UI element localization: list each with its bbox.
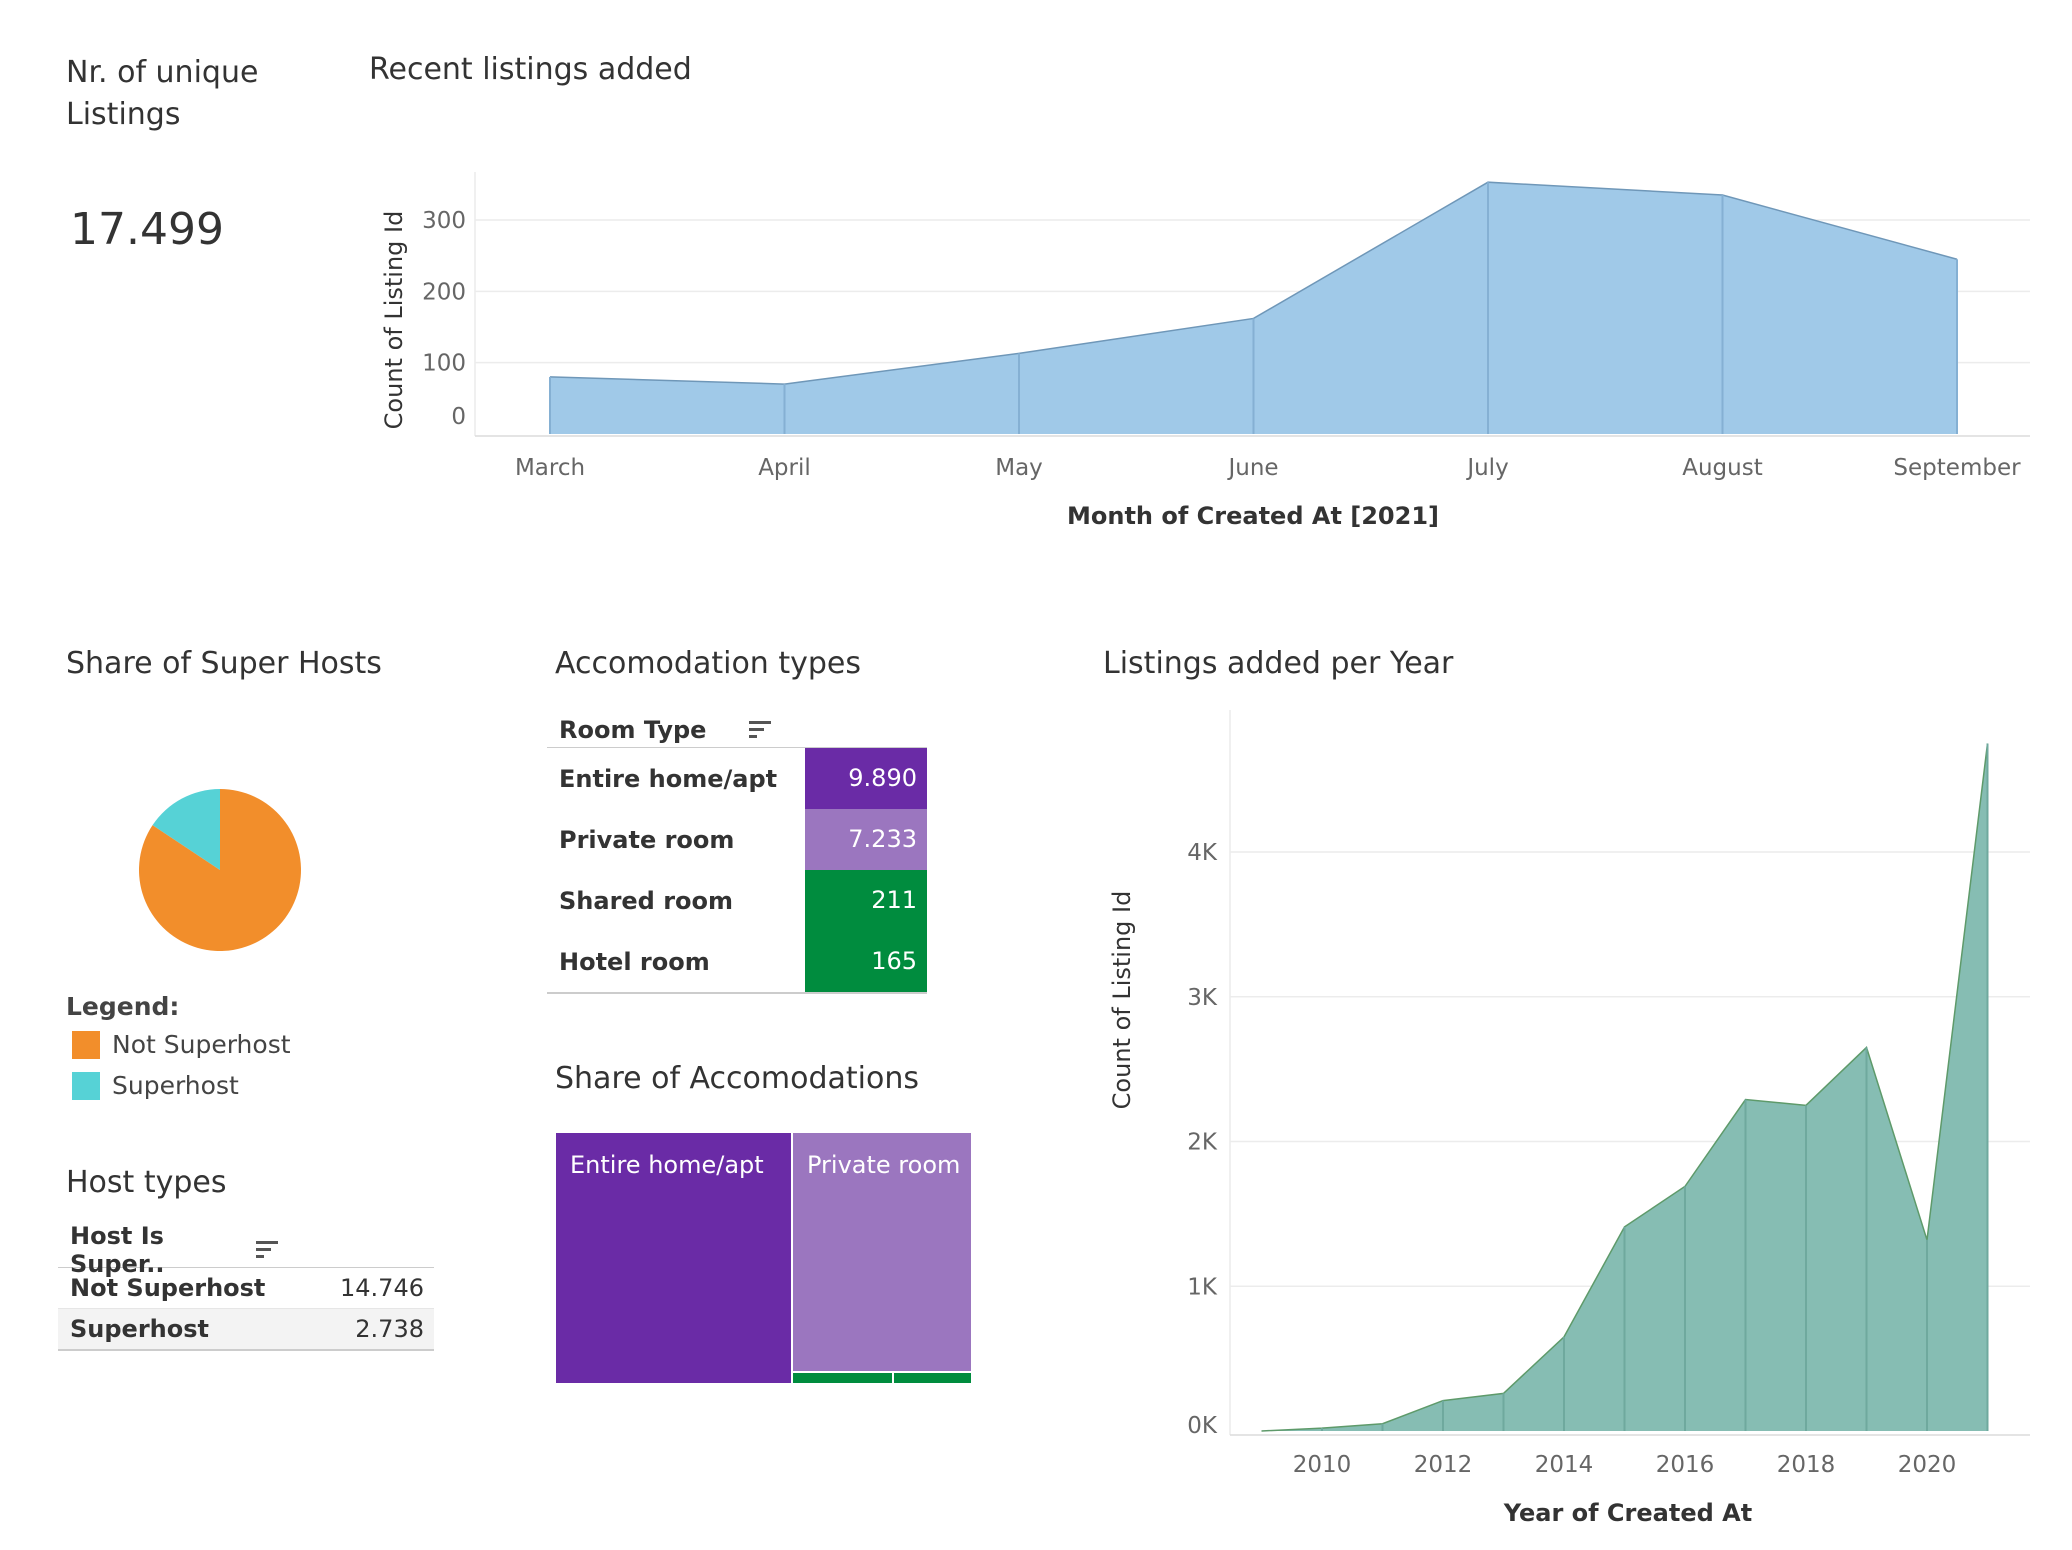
treemap-cell-shared-room[interactable] bbox=[793, 1373, 892, 1383]
legend-item-superhost[interactable]: Superhost bbox=[72, 1071, 291, 1100]
table-row[interactable]: Private room 7.233 bbox=[547, 809, 927, 870]
row-label: Shared room bbox=[559, 886, 734, 915]
row-label: Hotel room bbox=[559, 947, 710, 976]
recent-y-axis-title: Count of Listing Id bbox=[380, 211, 408, 430]
recent-listings-chart: Count of Listing Id Month of Created At … bbox=[380, 172, 2030, 530]
row-value-cell: 211 bbox=[805, 870, 927, 931]
x-tick-label: 2010 bbox=[1293, 1452, 1352, 1478]
treemap-cell-entire-home-apt[interactable]: Entire home/apt bbox=[556, 1133, 791, 1383]
treemap-cell-hotel-room[interactable] bbox=[894, 1373, 971, 1383]
accom-types-table: Room Type Entire home/apt 9.890 Private ro… bbox=[547, 713, 927, 994]
legend-item-not-superhost[interactable]: Not Superhost bbox=[72, 1030, 291, 1059]
x-tick-label: September bbox=[1893, 455, 2021, 481]
legend-item-label: Superhost bbox=[112, 1071, 239, 1100]
legend-title: Legend: bbox=[66, 992, 180, 1021]
treemap-label: Private room bbox=[807, 1151, 961, 1179]
accom-types-header: Room Type bbox=[547, 713, 927, 748]
sort-icon[interactable] bbox=[256, 1241, 278, 1259]
host-types-header: Host Is Super.. bbox=[58, 1222, 434, 1278]
treemap-cell-private-room[interactable]: Private room bbox=[793, 1133, 971, 1371]
room-type-header: Room Type bbox=[559, 716, 707, 744]
y-tick-label: 100 bbox=[422, 351, 466, 377]
x-tick-label: 2014 bbox=[1535, 1452, 1594, 1478]
host-types-title: Host types bbox=[66, 1165, 227, 1200]
table-row[interactable]: Shared room 211 bbox=[547, 870, 927, 931]
y-tick-label: 2K bbox=[1187, 1130, 1218, 1156]
y-tick-label: 300 bbox=[422, 208, 466, 234]
x-tick-label: May bbox=[995, 455, 1043, 481]
row-value-cell: 9.890 bbox=[805, 748, 927, 809]
x-tick-label: March bbox=[515, 455, 585, 481]
table-row[interactable]: Entire home/apt 9.890 bbox=[547, 748, 927, 809]
y-tick-label: 3K bbox=[1187, 985, 1218, 1011]
y-tick-label: 4K bbox=[1187, 840, 1218, 866]
yearly-listings-chart: Count of Listing Id Year of Created At 0… bbox=[1108, 710, 2030, 1527]
host-super-header: Host Is Super.. bbox=[70, 1222, 165, 1278]
y-tick-label: 0K bbox=[1187, 1413, 1218, 1439]
x-tick-label: 2020 bbox=[1898, 1452, 1957, 1478]
y-tick-label: 200 bbox=[422, 279, 466, 305]
row-value: 2.738 bbox=[355, 1315, 424, 1343]
row-label: Not Superhost bbox=[70, 1274, 266, 1302]
y-tick-label: 1K bbox=[1187, 1274, 1218, 1300]
legend-swatch bbox=[72, 1071, 100, 1100]
x-tick-label: July bbox=[1465, 455, 1508, 481]
row-value: 14.746 bbox=[340, 1274, 424, 1302]
table-row[interactable]: Hotel room 165 bbox=[547, 931, 927, 994]
pie-legend: Not Superhost Superhost bbox=[72, 1030, 291, 1100]
x-tick-label: 2016 bbox=[1656, 1452, 1715, 1478]
super-hosts-pie bbox=[139, 789, 301, 951]
yearly-chart-title: Listings added per Year bbox=[1103, 646, 1454, 681]
x-tick-label: June bbox=[1226, 455, 1278, 481]
y-tick-label: 0 bbox=[451, 404, 466, 430]
super-hosts-title: Share of Super Hosts bbox=[66, 646, 382, 681]
x-tick-label: 2012 bbox=[1414, 1452, 1473, 1478]
x-tick-label: 2018 bbox=[1777, 1452, 1836, 1478]
recent-x-axis-title: Month of Created At [2021] bbox=[1067, 502, 1439, 530]
host-types-table: Host Is Super.. Not Superhost 14.746 Sup… bbox=[58, 1222, 434, 1351]
share-accom-treemap: Entire home/apt Private room bbox=[556, 1133, 971, 1383]
row-label: Private room bbox=[559, 825, 735, 854]
row-value-cell: 7.233 bbox=[805, 809, 927, 870]
row-value-cell: 165 bbox=[805, 931, 927, 992]
x-tick-label: August bbox=[1682, 455, 1763, 481]
legend-swatch bbox=[72, 1030, 100, 1059]
accom-types-rows: Entire home/apt 9.890 Private room 7.233 Sha… bbox=[547, 748, 927, 994]
table-row[interactable]: Not Superhost 14.746 bbox=[58, 1268, 434, 1309]
table-row[interactable]: Superhost 2.738 bbox=[58, 1309, 434, 1351]
accom-types-title: Accomodation types bbox=[555, 646, 861, 681]
share-accom-title: Share of Accomodations bbox=[555, 1061, 919, 1096]
treemap-label: Entire home/apt bbox=[570, 1151, 764, 1179]
legend-item-label: Not Superhost bbox=[112, 1030, 291, 1059]
row-label: Entire home/apt bbox=[559, 764, 778, 793]
yearly-x-axis-title: Year of Created At bbox=[1503, 1499, 1752, 1527]
yearly-y-axis-title: Count of Listing Id bbox=[1108, 891, 1136, 1110]
row-label: Superhost bbox=[70, 1315, 209, 1343]
sort-icon[interactable] bbox=[749, 721, 771, 739]
x-tick-label: April bbox=[758, 455, 811, 481]
